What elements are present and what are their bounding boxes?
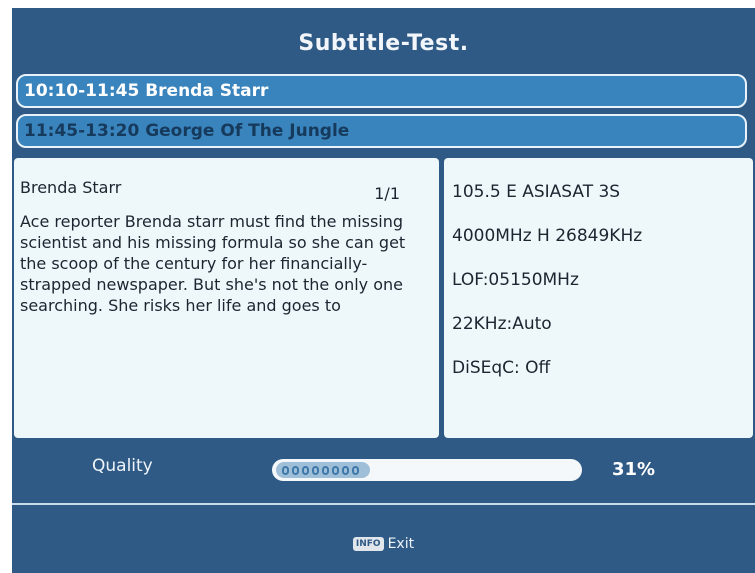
quality-segment (332, 465, 339, 475)
tone-info: 22KHz:Auto (452, 314, 552, 334)
page-indicator: 1/1 (374, 184, 400, 203)
quality-percent: 31% (612, 459, 656, 480)
description-text: Ace reporter Brenda starr must find the … (20, 212, 406, 315)
quality-label: Quality (92, 456, 153, 476)
program-item[interactable]: 11:45-13:20 George Of The Jungle (16, 114, 747, 148)
quality-segment (352, 465, 359, 475)
quality-segment (282, 465, 289, 475)
exit-label: Exit (387, 536, 415, 552)
signal-info-panel: 105.5 E ASIASAT 3S 4000MHz H 26849KHz LO… (444, 158, 753, 438)
lof-info: LOF:05150MHz (452, 270, 579, 290)
description-panel: Brenda Starr 1/1 Ace reporter Brenda sta… (14, 158, 439, 438)
exit-hint[interactable]: INFO Exit (12, 536, 755, 552)
description-header: Brenda Starr 1/1 (20, 178, 400, 203)
quality-bar-fill (276, 462, 370, 478)
description-title: Brenda Starr (20, 178, 122, 197)
quality-segment (302, 465, 309, 475)
divider (12, 503, 755, 505)
satellite-info: 105.5 E ASIASAT 3S (452, 182, 621, 202)
quality-segment (312, 465, 319, 475)
quality-segment (292, 465, 299, 475)
epg-screen: Subtitle-Test. 10:10-11:45 Brenda Starr … (12, 8, 755, 573)
page-title: Subtitle-Test. (298, 30, 469, 56)
quality-segment (342, 465, 349, 475)
program-item-selected[interactable]: 10:10-11:45 Brenda Starr (16, 74, 747, 108)
quality-bar (272, 459, 582, 481)
diseqc-info: DiSEqC: Off (452, 358, 551, 378)
transponder-info: 4000MHz H 26849KHz (452, 226, 643, 246)
quality-segment (322, 465, 329, 475)
info-key-icon: INFO (352, 537, 384, 551)
